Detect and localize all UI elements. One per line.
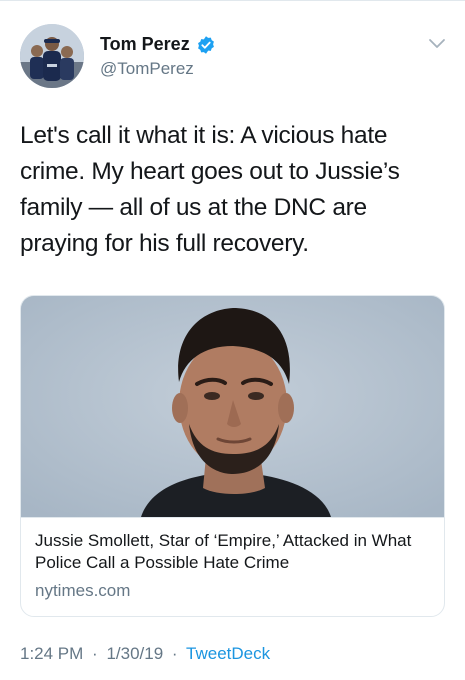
tweet-source-link[interactable]: TweetDeck (186, 644, 270, 663)
meta-separator: · (92, 644, 98, 663)
avatar[interactable] (20, 24, 84, 88)
card-title[interactable]: Jussie Smollett, Star of ‘Empire,’ Attac… (35, 530, 430, 574)
chevron-down-icon[interactable] (428, 38, 446, 50)
top-divider (0, 0, 465, 1)
card-domain: nytimes.com (35, 581, 131, 600)
author-name-row[interactable]: Tom Perez (100, 34, 216, 55)
tweet-header: Tom Perez @TomPerez (20, 24, 450, 92)
author-handle[interactable]: @TomPerez (100, 59, 194, 79)
tweet-meta: 1:24 PM · 1/30/19 · TweetDeck (20, 644, 270, 664)
verified-badge-icon (197, 35, 214, 54)
link-card[interactable]: Jussie Smollett, Star of ‘Empire,’ Attac… (20, 295, 445, 617)
card-body: Jussie Smollett, Star of ‘Empire,’ Attac… (21, 517, 444, 616)
meta-separator: · (171, 644, 178, 663)
card-image (21, 296, 444, 517)
tweet-date[interactable]: 1/30/19 (106, 644, 163, 663)
tweet-time[interactable]: 1:24 PM (20, 644, 83, 663)
tweet-text: Let's call it what it is: A vicious hate… (20, 122, 400, 257)
author-name[interactable]: Tom Perez (100, 34, 190, 55)
